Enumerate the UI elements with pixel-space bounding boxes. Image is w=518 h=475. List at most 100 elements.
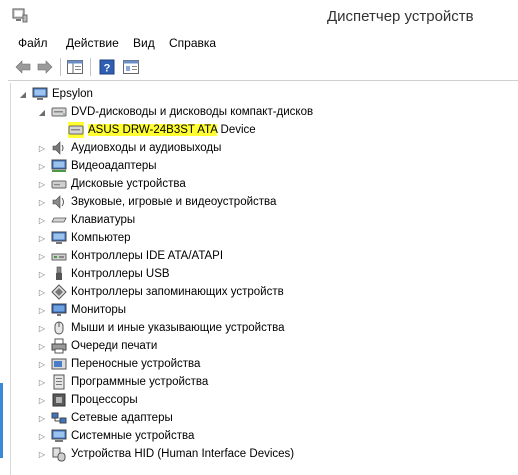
- system-device-icon: [51, 428, 67, 444]
- hid-icon: [51, 446, 67, 462]
- tree-category-mice[interactable]: ▷ Мыши и иные указывающие устройства: [36, 319, 285, 337]
- tree-root-epsylon[interactable]: ◢ Epsylon: [17, 85, 93, 103]
- tree-category-label: Контроллеры запоминающих устройств: [71, 286, 284, 298]
- window-title: Диспетчер устройств: [327, 8, 474, 25]
- tree-category-label: Контроллеры USB: [71, 268, 170, 280]
- tree-category-processors[interactable]: ▷ Процессоры: [36, 391, 138, 409]
- tree-category-sound-game-video[interactable]: ▷ Звуковые, игровые и видеоустройства: [36, 193, 276, 211]
- tree-category-label: Очереди печати: [71, 340, 158, 352]
- expand-arrow-icon[interactable]: ▷: [36, 265, 48, 283]
- tree-category-audio-io[interactable]: ▷ Аудиовходы и аудиовыходы: [36, 139, 221, 157]
- usb-icon: [51, 266, 67, 282]
- tree-category-label: Процессоры: [71, 394, 138, 406]
- expand-arrow-icon[interactable]: ▷: [36, 319, 48, 337]
- tree-category-label: Дисковые устройства: [71, 178, 186, 190]
- tree-category-print-queues[interactable]: ▷ Очереди печати: [36, 337, 157, 355]
- storage-controller-icon: [51, 284, 67, 300]
- tree-category-label: Звуковые, игровые и видеоустройства: [71, 196, 277, 208]
- software-device-icon: [51, 374, 67, 390]
- expand-arrow-icon[interactable]: ▷: [36, 193, 48, 211]
- dvd-drive-icon: [51, 104, 67, 120]
- tree-category-storage-controllers[interactable]: ▷ Контроллеры запоминающих устройств: [36, 283, 284, 301]
- expand-arrow-icon[interactable]: ▷: [36, 247, 48, 265]
- tree-category-label: Программные устройства: [71, 376, 209, 388]
- properties-button[interactable]: [120, 57, 142, 77]
- console-tree-icon: [67, 60, 83, 74]
- tree-category-label: Устройства HID (Human Interface Devices): [71, 448, 295, 460]
- tree-category-label: Мыши и иные указывающие устройства: [71, 322, 285, 334]
- tree-category-portable-devices[interactable]: ▷ Переносные устройства: [36, 355, 200, 373]
- expand-arrow-icon[interactable]: ▷: [36, 175, 48, 193]
- tree-category-ide-controllers[interactable]: ▷ Контроллеры IDE ATA/ATAPI: [36, 247, 223, 265]
- tree-category-keyboards[interactable]: ▷ Клавиатуры: [36, 211, 135, 229]
- ide-controller-icon: [51, 248, 67, 264]
- video-adapter-icon: [51, 158, 67, 174]
- collapse-arrow-icon[interactable]: ◢: [36, 103, 48, 121]
- menu-help[interactable]: Справка: [169, 36, 216, 50]
- arrow-left-icon: [15, 60, 31, 74]
- collapse-arrow-icon[interactable]: ◢: [17, 85, 29, 103]
- toolbar-separator: [60, 58, 61, 76]
- tree-category-label: Системные устройства: [71, 430, 195, 442]
- tree-root-label: Epsylon: [52, 88, 93, 100]
- toolbar: ?: [8, 55, 518, 81]
- expand-arrow-icon[interactable]: ▷: [36, 355, 48, 373]
- expand-arrow-icon[interactable]: ▷: [36, 229, 48, 247]
- tree-category-video-adapters[interactable]: ▷ Видеоадаптеры: [36, 157, 157, 175]
- svg-text:?: ?: [104, 63, 111, 75]
- expand-arrow-icon[interactable]: ▷: [36, 391, 48, 409]
- expand-arrow-icon[interactable]: ▷: [36, 409, 48, 427]
- computer-icon: [32, 86, 48, 102]
- network-adapter-icon: [51, 410, 67, 426]
- help-button[interactable]: ?: [96, 57, 118, 77]
- expand-arrow-icon[interactable]: ▷: [36, 301, 48, 319]
- toolbar-separator: [90, 58, 91, 76]
- expand-arrow-icon[interactable]: ▷: [36, 373, 48, 391]
- expand-arrow-icon[interactable]: ▷: [36, 283, 48, 301]
- menu-action[interactable]: Действие: [66, 36, 119, 50]
- menu-view[interactable]: Вид: [133, 36, 155, 50]
- forward-button[interactable]: [34, 57, 56, 77]
- processor-icon: [51, 392, 67, 408]
- monitor-icon: [51, 302, 67, 318]
- tree-category-software-devices[interactable]: ▷ Программные устройства: [36, 373, 208, 391]
- expand-arrow-icon[interactable]: ▷: [36, 337, 48, 355]
- printer-icon: [51, 338, 67, 354]
- back-button[interactable]: [12, 57, 34, 77]
- expand-arrow-icon[interactable]: ▷: [36, 445, 48, 463]
- tree-category-label: Контроллеры IDE ATA/ATAPI: [71, 250, 224, 262]
- menu-bar: Файл Действие Вид Справка: [0, 32, 518, 54]
- device-name: ASUS DRW-24B3ST ATA Device: [88, 124, 256, 136]
- tree-category-label: DVD-дисководы и дисководы компакт-дисков: [71, 106, 314, 118]
- tree-category-label: Клавиатуры: [71, 214, 136, 226]
- portable-device-icon: [51, 356, 67, 372]
- tree-category-label: Видеоадаптеры: [71, 160, 157, 172]
- show-hide-tree-button[interactable]: [64, 57, 86, 77]
- device-name-highlighted: ASUS DRW-24B3ST ATA: [88, 124, 218, 136]
- expand-arrow-icon[interactable]: ▷: [36, 427, 48, 445]
- mouse-icon: [51, 320, 67, 336]
- device-manager-app-icon[interactable]: [12, 7, 28, 23]
- tree-category-monitors[interactable]: ▷ Мониторы: [36, 301, 126, 319]
- tree-category-label: Мониторы: [71, 304, 127, 316]
- keyboard-icon: [51, 212, 67, 228]
- tree-device-dvd[interactable]: ASUS DRW-24B3ST ATA Device: [68, 121, 256, 139]
- tree-category-computer[interactable]: ▷ Компьютер: [36, 229, 131, 247]
- menu-file[interactable]: Файл: [18, 36, 48, 50]
- help-icon: ?: [99, 59, 115, 75]
- tree-category-hid[interactable]: ▷ Устройства HID (Human Interface Device…: [36, 445, 294, 463]
- speaker-icon: [51, 140, 67, 156]
- window-edge-accent: [0, 383, 3, 458]
- expand-arrow-icon[interactable]: ▷: [36, 157, 48, 175]
- tree-category-usb-controllers[interactable]: ▷ Контроллеры USB: [36, 265, 170, 283]
- tree-category-label: Аудиовходы и аудиовыходы: [71, 142, 222, 154]
- tree-category-disk-drives[interactable]: ▷ Дисковые устройства: [36, 175, 186, 193]
- tree-category-network-adapters[interactable]: ▷ Сетевые адаптеры: [36, 409, 173, 427]
- computer-icon: [51, 230, 67, 246]
- expand-arrow-icon[interactable]: ▷: [36, 211, 48, 229]
- device-tree: ◢ Epsylon ◢ DVD-дисководы и дисководы ко…: [10, 83, 518, 475]
- expand-arrow-icon[interactable]: ▷: [36, 139, 48, 157]
- tree-category-dvd[interactable]: ◢ DVD-дисководы и дисководы компакт-диск…: [36, 103, 313, 121]
- tree-category-system-devices[interactable]: ▷ Системные устройства: [36, 427, 194, 445]
- dvd-drive-icon: [68, 122, 84, 138]
